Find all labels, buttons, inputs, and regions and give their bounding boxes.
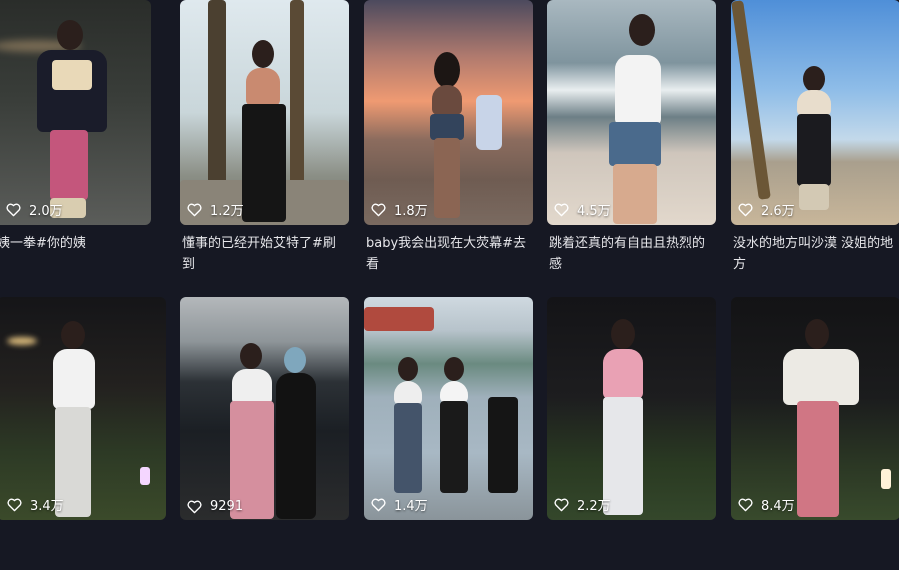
like-count: 8.4万 [738,495,795,514]
video-card[interactable]: 2.0万 吃姨一拳#你的姨 [0,0,151,275]
video-thumbnail[interactable]: 8.4万 [731,297,899,520]
like-count-text: 8.4万 [761,499,795,514]
video-card[interactable]: 3.4万 [0,297,166,570]
like-count-text: 1.8万 [394,204,428,219]
like-count: 1.8万 [371,200,428,219]
heart-icon [187,500,202,513]
heart-icon [738,203,753,216]
like-count-text: 4.5万 [577,204,611,219]
video-title[interactable]: 懂事的已经开始艾特了#刷到 我你的号算是练成了 #咔皱… [180,233,349,275]
video-title[interactable] [364,528,533,570]
like-count: 4.5万 [554,200,611,219]
like-count-text: 1.4万 [394,499,428,514]
video-title[interactable] [180,528,349,570]
like-count-text: 1.2万 [210,204,244,219]
video-title[interactable]: 跳着还真的有自由且热烈的感 觉～#感觉至上 #米莉编舞 [547,233,716,275]
heart-icon [554,203,569,216]
heart-icon [7,498,22,511]
like-count: 9291 [187,499,243,514]
video-thumbnail[interactable]: 9291 [180,297,349,520]
video-title[interactable] [0,528,166,570]
video-title[interactable] [731,528,899,570]
heart-icon [6,203,21,216]
video-grid: 2.0万 吃姨一拳#你的姨 1.2万 懂事的已经开始艾特了#刷到 我你的号算是练… [0,0,899,520]
video-thumbnail[interactable]: 1.4万 [364,297,533,520]
like-count-text: 2.0万 [29,204,63,219]
video-thumbnail[interactable]: 2.2万 [547,297,716,520]
video-card[interactable]: 1.4万 [364,297,533,570]
like-count-text: 3.4万 [30,499,64,514]
video-thumbnail[interactable]: 4.5万 [547,0,716,225]
heart-icon [738,498,753,511]
heart-icon [187,203,202,216]
like-count-text: 2.6万 [761,204,795,219]
video-thumbnail[interactable]: 2.0万 [0,0,151,225]
heart-icon [371,203,386,216]
video-card[interactable]: 2.2万 [547,297,716,570]
video-title[interactable]: 吃姨一拳#你的姨 [0,233,151,275]
video-thumbnail[interactable]: 2.6万 [731,0,899,225]
video-title[interactable] [547,528,716,570]
heart-icon [371,498,386,511]
video-card[interactable]: 4.5万 跳着还真的有自由且热烈的感 觉～#感觉至上 #米莉编舞 [547,0,716,275]
like-count: 2.0万 [6,200,63,219]
video-card[interactable]: 1.8万 baby我会出现在大荧幕#去看 可以治愈一切的海 [364,0,533,275]
like-count-text: 9291 [210,499,244,514]
video-card[interactable]: 9291 [180,297,349,570]
like-count: 3.4万 [7,495,64,514]
video-thumbnail[interactable]: 3.4万 [0,297,166,520]
like-count-text: 2.2万 [577,499,611,514]
like-count: 2.6万 [738,200,795,219]
video-thumbnail[interactable]: 1.8万 [364,0,533,225]
like-count: 1.4万 [371,495,428,514]
like-count: 1.2万 [187,200,244,219]
video-title[interactable]: 没水的地方叫沙漠 没姐的地方 叫寂寞#腼腆害羞内向社恐… [731,233,899,275]
like-count: 2.2万 [554,495,611,514]
video-card[interactable]: 1.2万 懂事的已经开始艾特了#刷到 我你的号算是练成了 #咔皱… [180,0,349,275]
video-thumbnail[interactable]: 1.2万 [180,0,349,225]
video-card[interactable]: 2.6万 没水的地方叫沙漠 没姐的地方 叫寂寞#腼腆害羞内向社恐… [731,0,899,275]
video-card[interactable]: 8.4万 [731,297,899,570]
video-title[interactable]: baby我会出现在大荧幕#去看 可以治愈一切的海 [364,233,533,275]
heart-icon [554,498,569,511]
